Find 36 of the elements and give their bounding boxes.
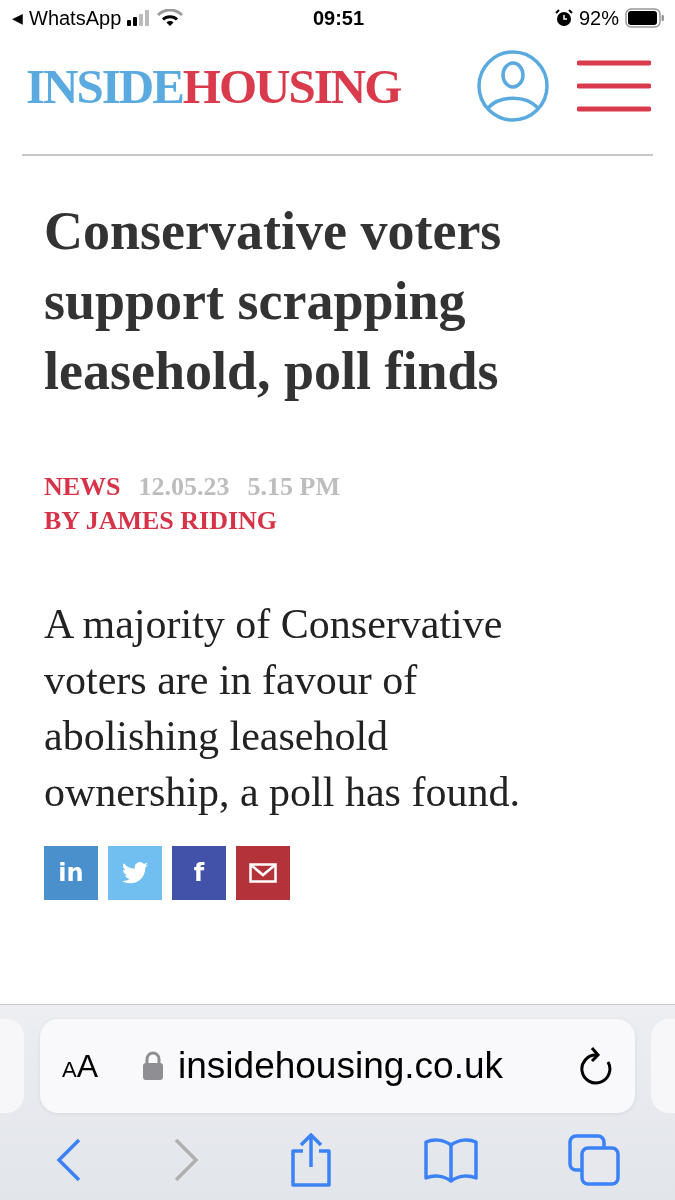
publish-time: 5.15 PM xyxy=(247,472,340,502)
facebook-share-button[interactable]: f xyxy=(172,846,226,900)
menu-icon xyxy=(577,60,651,112)
category-link[interactable]: NEWS xyxy=(44,472,121,502)
article-headline: Conservative voters support scrapping leasehold, poll finds xyxy=(44,200,503,403)
publish-date: 12.05.23 xyxy=(138,472,230,502)
back-button[interactable] xyxy=(54,1138,83,1182)
alarm-icon xyxy=(554,9,573,27)
back-app-label[interactable]: WhatsApp xyxy=(29,6,122,30)
address-bar[interactable]: AA insidehousing.co.uk xyxy=(40,1019,635,1113)
bookmarks-button[interactable] xyxy=(422,1137,479,1183)
url-text: insidehousing.co.uk xyxy=(178,1045,505,1087)
back-arrow[interactable]: ◀ xyxy=(12,10,23,26)
envelope-icon xyxy=(249,863,277,883)
share-button[interactable] xyxy=(289,1133,334,1187)
reload-icon[interactable] xyxy=(579,1047,613,1085)
article-summary: A majority of Conservative voters are in favour of abolishing leasehold ownership, a poll has found. xyxy=(44,600,521,817)
twitter-share-button[interactable] xyxy=(108,846,162,900)
signal-icon xyxy=(127,10,152,26)
lock-icon xyxy=(142,1051,165,1081)
battery-percent: 92% xyxy=(578,6,619,30)
tabs-button[interactable] xyxy=(568,1134,621,1186)
account-button[interactable] xyxy=(477,50,549,122)
forward-button[interactable] xyxy=(172,1138,201,1182)
battery-icon xyxy=(625,8,665,28)
email-share-button[interactable] xyxy=(236,846,290,900)
logo-word: INSIDE xyxy=(26,57,183,115)
wifi-icon xyxy=(157,9,184,27)
logo-word: HOUSING xyxy=(182,57,401,115)
site-logo[interactable]: INSIDEHOUSING xyxy=(26,57,449,115)
bird-icon xyxy=(122,862,148,884)
author-byline[interactable]: BY JAMES RIDING xyxy=(44,506,631,536)
clock-time: 09:51 xyxy=(312,6,365,30)
menu-button[interactable] xyxy=(577,60,651,112)
text-size-button[interactable]: AA xyxy=(62,1047,99,1085)
user-icon xyxy=(477,50,549,122)
